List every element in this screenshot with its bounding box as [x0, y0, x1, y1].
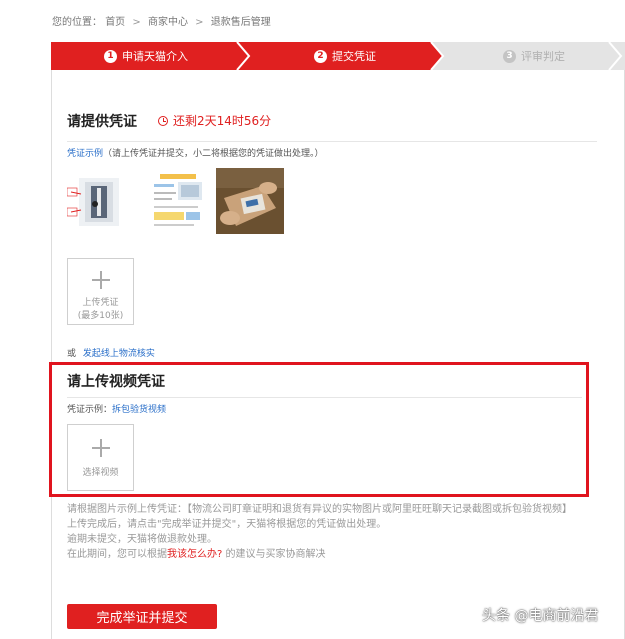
step-label: 提交凭证	[332, 50, 376, 63]
instruction-line: 请根据图片示例上传凭证：【物流公司盯章证明和退货有异议的实物图片或阿里旺旺聊天记…	[67, 504, 572, 515]
upload-evidence-limit: (最多10张)	[77, 311, 124, 321]
breadcrumb-separator: >	[132, 17, 141, 28]
divider	[67, 141, 597, 142]
what-should-i-do-link[interactable]: 我该怎么办?	[167, 549, 222, 560]
example-image-unboxing-photo[interactable]	[216, 168, 284, 234]
instruction-line: 上传完成后，请点击"完成举证并提交"，天猫将根据您的凭证做出处理。	[67, 519, 387, 530]
breadcrumb-current: 退款售后管理	[210, 17, 271, 28]
step-label: 申请天猫介入	[122, 50, 188, 63]
instructions: 请根据图片示例上传凭证：【物流公司盯章证明和退货有异议的实物图片或阿里旺旺聊天记…	[67, 502, 592, 562]
video-example-link[interactable]: 拆包验货视频	[112, 405, 166, 415]
plus-icon	[91, 439, 110, 457]
breadcrumb-prefix: 您的位置：	[52, 17, 102, 28]
instruction-text: 在此期间，您可以根据	[67, 549, 167, 560]
step-apply-intervention: 1 申请天猫介入	[51, 42, 241, 70]
evidence-example-link[interactable]: 凭证示例	[67, 149, 103, 159]
step-number: 1	[104, 49, 117, 63]
plus-icon	[91, 271, 110, 289]
select-video-label: 选择视频	[82, 468, 119, 478]
step-arrow-divider	[421, 42, 445, 70]
logistics-check-line: 或 发起线上物流核实	[67, 346, 155, 359]
step-number: 3	[503, 49, 516, 63]
step-review-judgement: 3 评审判定	[431, 42, 625, 70]
select-video-button[interactable]: 选择视频	[67, 424, 134, 491]
submit-evidence-button[interactable]: 完成举证并提交	[67, 604, 217, 629]
video-example-prefix: 凭证示例：	[67, 405, 113, 415]
step-label: 评审判定	[521, 50, 565, 63]
divider	[67, 397, 582, 398]
instruction-line: 逾期未提交，天猫将做退款处理。	[67, 534, 217, 545]
logistics-check-link[interactable]: 发起线上物流核实	[83, 349, 155, 359]
clock-icon	[158, 115, 168, 126]
step-arrow-divider	[231, 42, 253, 70]
step-arrow-divider	[608, 42, 623, 70]
evidence-example-note: （请上传凭证并提交，小二将根据您的凭证做出处理。）	[103, 149, 324, 159]
breadcrumb-home[interactable]: 首页	[105, 17, 125, 28]
video-example-line: 凭证示例：拆包验货视频	[67, 402, 166, 415]
countdown-text: 还剩2天14时56分	[173, 114, 272, 128]
step-submit-evidence: 2 提交凭证	[241, 42, 431, 70]
upload-evidence-button[interactable]: 上传凭证 (最多10张)	[67, 258, 134, 325]
breadcrumb-merchant-center[interactable]: 商家中心	[148, 17, 188, 28]
evidence-example-line: 凭证示例（请上传凭证并提交，小二将根据您的凭证做出处理。）	[67, 146, 324, 159]
or-text: 或	[67, 349, 77, 359]
countdown-timer: 还剩2天14时56分	[158, 112, 271, 129]
video-title: 请上传视频凭证	[67, 374, 165, 390]
example-image-chat-screenshot[interactable]	[150, 168, 205, 234]
step-number: 2	[314, 49, 327, 63]
breadcrumb-separator: >	[195, 17, 204, 28]
breadcrumb: 您的位置： 首页 > 商家中心 > 退款售后管理	[52, 13, 271, 28]
evidence-title: 请提供凭证	[67, 114, 137, 130]
watermark: 头条 @电商前沿君	[482, 608, 599, 624]
progress-steps: 1 申请天猫介入 2 提交凭证 3 评审判定	[51, 42, 625, 70]
instruction-line: 在此期间，您可以根据我该怎么办? 的建议与买家协商解决	[67, 547, 592, 562]
example-image-logistics-proof[interactable]	[67, 168, 131, 234]
upload-evidence-label: 上传凭证	[82, 298, 119, 308]
instruction-text: 的建议与买家协商解决	[222, 549, 326, 560]
